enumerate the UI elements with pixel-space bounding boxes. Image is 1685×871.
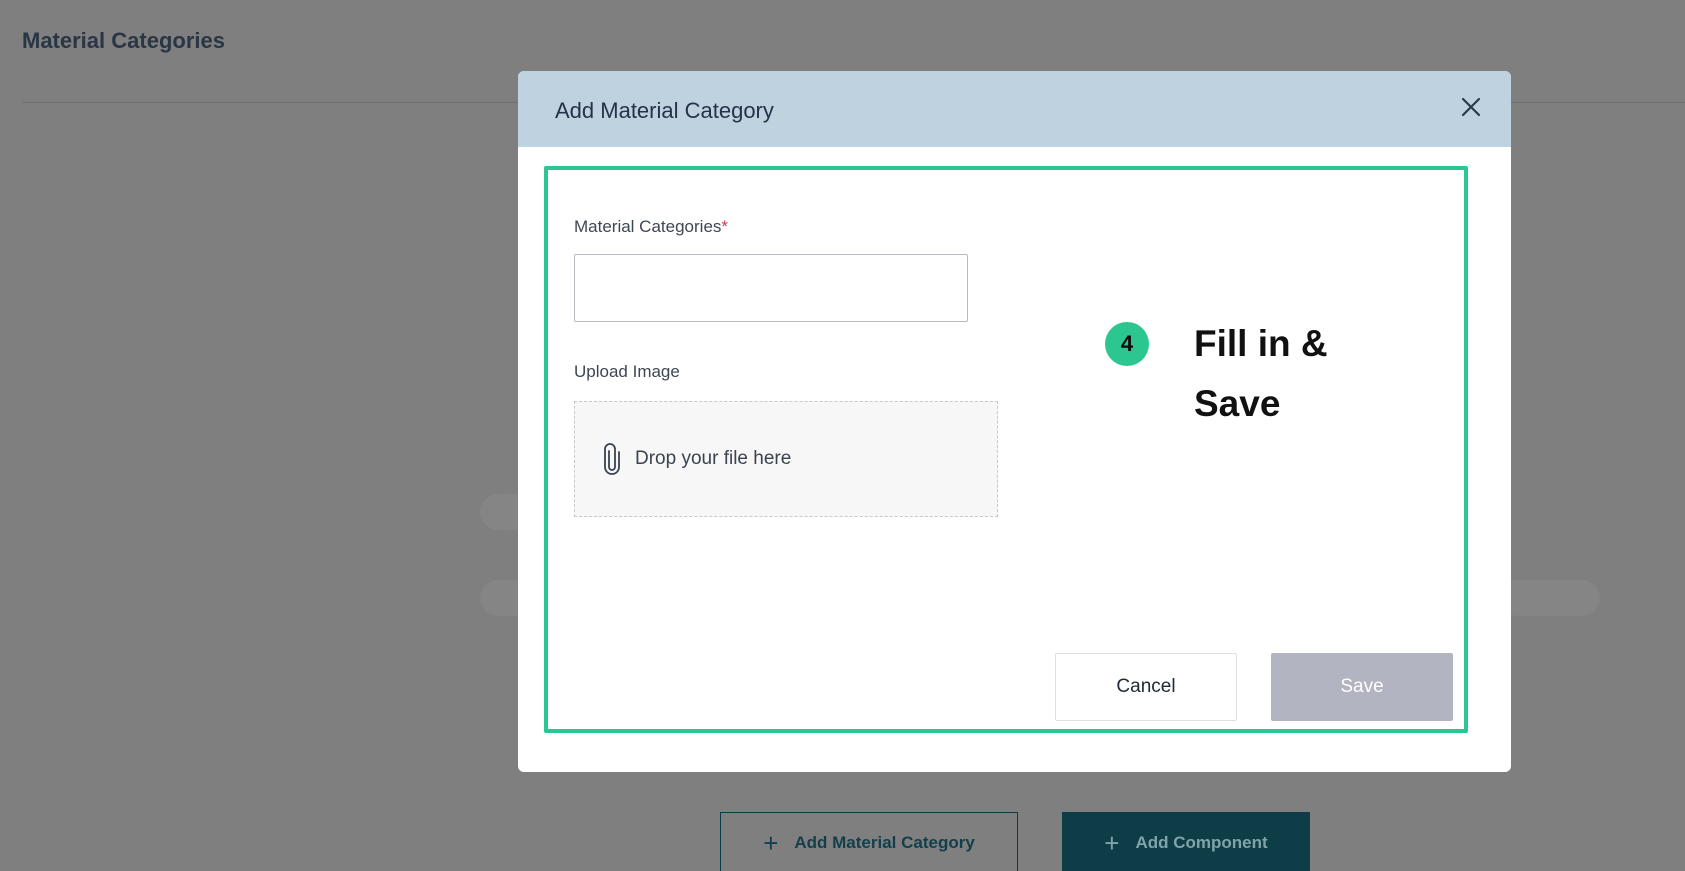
upload-image-label: Upload Image bbox=[574, 362, 680, 381]
cancel-button[interactable]: Cancel bbox=[1055, 653, 1237, 721]
add-material-category-dialog: Add Material Category Material Categorie… bbox=[518, 71, 1511, 772]
add-material-category-button[interactable]: + Add Material Category bbox=[720, 812, 1018, 871]
add-material-category-label: Add Material Category bbox=[794, 833, 975, 852]
save-button[interactable]: Save bbox=[1271, 653, 1453, 721]
category-field-label: Material Categories* bbox=[574, 217, 728, 237]
dialog-title: Add Material Category bbox=[555, 98, 774, 123]
instruction-text: Fill in & Save bbox=[1194, 323, 1328, 424]
dialog-header: Add Material Category bbox=[518, 71, 1511, 147]
close-icon[interactable] bbox=[1457, 93, 1485, 121]
add-component-label: Add Component bbox=[1135, 833, 1268, 852]
step-badge: 4 bbox=[1105, 322, 1149, 366]
file-dropzone[interactable]: Drop your file here bbox=[574, 401, 998, 517]
category-label-text: Material Categories bbox=[574, 217, 722, 236]
dropzone-text: Drop your file here bbox=[635, 448, 792, 469]
page-title: Material Categories bbox=[22, 28, 225, 53]
material-category-input[interactable] bbox=[574, 254, 968, 322]
required-marker: * bbox=[721, 217, 729, 236]
paperclip-icon bbox=[604, 443, 620, 475]
placeholder-bar bbox=[1500, 580, 1600, 616]
plus-icon: + bbox=[763, 828, 779, 858]
add-component-button[interactable]: + Add Component bbox=[1062, 812, 1310, 871]
plus-icon: + bbox=[1104, 828, 1120, 858]
